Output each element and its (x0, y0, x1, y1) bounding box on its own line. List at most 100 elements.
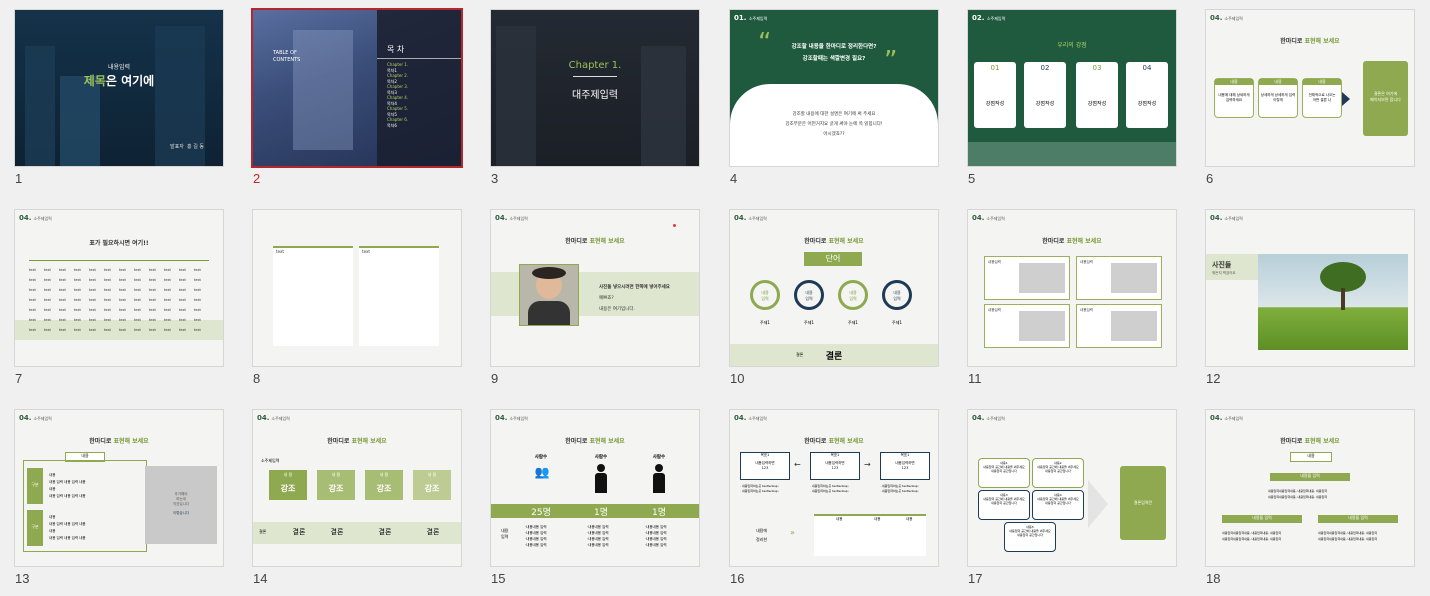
slide-thumbnail-3[interactable]: Chapter 1. 대주제입력 (491, 10, 699, 166)
camera-image (1019, 311, 1065, 341)
slide9-header: 04. 소주제입력 (495, 214, 528, 222)
slide3-chapter: Chapter 1. (568, 60, 622, 71)
table-cell: text (44, 308, 51, 312)
table-cell: text (149, 298, 156, 302)
slide-thumbnail-12[interactable]: 04. 소주제입력 사진들 뭐든지 찍었어요 (1206, 210, 1414, 366)
slide14-header: 04. 소주제입력 (257, 414, 290, 422)
slide-thumbnail-15[interactable]: 04. 소주제입력 한마디로 표현해 보세요 사람수 사람수 사람수 👥 25명 … (491, 410, 699, 566)
table-cell: text (59, 308, 66, 312)
slide-thumbnail-5[interactable]: 02. 소주제입력 우리의 강점 01 강점작성 02 강점작성 03 강점작성 04… (968, 10, 1176, 166)
slide8-table-right: text (359, 246, 439, 346)
slide-thumbnail-2[interactable]: TABLE OF CONTENTS 목 차 Chapter 1. 목차1 Chap… (253, 10, 461, 166)
table-cell: text (179, 328, 186, 332)
slide6-result: 결론은 여기에 페이지보면 합니다 (1363, 61, 1408, 136)
slide-number-16: 16 (730, 571, 745, 586)
slide-thumbnail-16[interactable]: 04. 소주제입력 한마디로 표현해 보세요 목표1 내용입력하면 123 목표1 내… (730, 410, 938, 566)
slide10-circle-2: 내용 입력 (794, 280, 824, 310)
slide10-cap-1: 주제1 (760, 320, 770, 325)
slide6-box-1: 내용 내용에 대해 상세하게 입력하세요 (1214, 78, 1254, 118)
table-cell: text (89, 298, 96, 302)
slide17-result: 결론입력란 (1120, 466, 1166, 540)
table-cell: text (74, 298, 81, 302)
strength-card-1: 01 강점작성 (974, 62, 1016, 128)
table-cell: text (149, 288, 156, 292)
slide-thumbnail-4[interactable]: 01. 소주제입력 “ ” 강조할 내용을 한마디로 정리한다면? 강조할때는 … (730, 10, 938, 166)
table-cell: text (164, 298, 171, 302)
slide4-q2: 강조할때는 색깔변경 필요? (802, 56, 866, 62)
table-cell: text (74, 278, 81, 282)
slide-thumbnail-18[interactable]: 04. 소주제입력 한마디로 표현해 보세요 내용 내용을 입력 내용입력내용입력… (1206, 410, 1414, 566)
table-cell: text (119, 288, 126, 292)
slide-number-8: 8 (253, 371, 261, 386)
slide-number-2: 2 (253, 171, 261, 186)
slide-number-4: 4 (730, 171, 738, 186)
slide10-header: 04. 소주제입력 (734, 214, 767, 222)
slide11-card-2: 내용입력 (1076, 256, 1162, 300)
slide10-circle-3: 내용 입력 (838, 280, 868, 310)
slide-number-6: 6 (1206, 171, 1214, 186)
slide-thumbnail-6[interactable]: 04. 소주제입력 한마디로 표현해 보세요 내용 내용에 대해 상세하게 입력하세… (1206, 10, 1414, 166)
slide-number-17: 17 (968, 571, 983, 586)
slide11-card-1: 내용입력 (984, 256, 1070, 300)
table-cell: text (194, 298, 201, 302)
slide7-header: 04. 소주제입력 (19, 214, 52, 222)
slide15-value-2: 1명 (593, 508, 608, 518)
table-cell: text (164, 278, 171, 282)
slide18-lines-1: 내용입력내용입력내용, 내용입력내용, 내용입력 내용입력내용입력내용, 내용입력… (1268, 489, 1328, 499)
slide17-box-4: 내용4 내용입력 공간에 내용을 써주세요 내용입력 공간입니다 (1032, 490, 1084, 520)
slide5-header: 02. 소주제입력 (972, 14, 1006, 22)
slide-number-18: 18 (1206, 571, 1221, 586)
slide-number-5: 5 (968, 171, 976, 186)
table-cell: text (119, 278, 126, 282)
slide-thumbnail-11[interactable]: 04. 소주제입력 한마디로 표현해 보세요 내용입력 내용입력 내용입력 내용입… (968, 210, 1176, 366)
table-cell: text (104, 308, 111, 312)
slide15-bullets-1: ·내용내용 입력 ·내용내용 입력 ·내용내용 입력 ·내용내용 입력 (525, 525, 547, 547)
table-cell: text (89, 268, 96, 272)
camera-image (1019, 263, 1065, 293)
table-cell: text (164, 328, 171, 332)
table-cell: text (29, 278, 36, 282)
table-cell: text (104, 318, 111, 322)
slide-thumbnail-9[interactable]: 04. 소주제입력 한마디로 표현해 보세요 사진들 넣으시려면 한쪽에 넣어주세… (491, 210, 699, 366)
table-cell: text (164, 308, 171, 312)
slide-thumbnail-8[interactable]: text text (253, 210, 461, 366)
table-cell: text (104, 288, 111, 292)
slide-thumbnail-10[interactable]: 04. 소주제입력 한마디로 표현해 보세요 단어 내용 입력 내용 입력 내용 … (730, 210, 938, 366)
table-cell: text (104, 328, 111, 332)
slide16-box-2: 목표1 내용입력하면 123 (810, 452, 860, 480)
slide-thumbnail-17[interactable]: 04. 소주제입력 내용1 내용입력 공간에 내용을 써주세요 내용입력 공간입니다… (968, 410, 1176, 566)
table-cell: text (74, 268, 81, 272)
slide-number-9: 9 (491, 371, 499, 386)
slide-number-15: 15 (491, 571, 506, 586)
arrow-left-icon: ← (794, 460, 801, 469)
slide15-header: 04. 소주제입력 (495, 414, 528, 422)
slide10-conclusion: 결론 (825, 352, 843, 362)
slide11-card-3: 내용입력 (984, 304, 1070, 348)
slide-thumbnail-1[interactable]: 내용입력 제목은 여기에 발표자 홍 길 동 (15, 10, 223, 166)
table-cell: text (29, 318, 36, 322)
table-cell: text (179, 268, 186, 272)
slide-number-1: 1 (15, 171, 23, 186)
slide10-cap-2: 주제1 (804, 320, 814, 325)
slide16-bullets-3: · 내용입력하는곳 text&nbsp; · 내용입력하는곳 text&nbsp; (880, 484, 919, 493)
table-cell: text (194, 278, 201, 282)
slide-thumbnail-7[interactable]: 04. 소주제입력 표가 필요하시면 여기!! text text text text t… (15, 210, 223, 366)
person-icon (591, 464, 611, 494)
slide10-circle-1: 내용 입력 (750, 280, 780, 310)
slide9-text: 사진들 넣으시려면 한쪽에 넣어주세요 예쁘죠? 내용은 여기입니다. (599, 285, 670, 312)
table-cell: text (149, 278, 156, 282)
slide14-arrow-2: 내 용 강조 (317, 470, 355, 500)
slide2-toc-list: Chapter 1. 목차1 Chapter 2. 목차2 Chapter 3. 목차… (387, 62, 409, 128)
slide18-header: 04. 소주제입력 (1210, 414, 1243, 422)
table-cell: text (74, 308, 81, 312)
slide-thumbnail-13[interactable]: 04. 소주제입력 한마디로 표현해 보세요 내용 구분 구분 내용 내용 입력 내… (15, 410, 223, 566)
slide14-row-label: 결론 (259, 529, 267, 534)
slide14-concl-2: 결론 (330, 528, 344, 536)
slide-thumbnail-14[interactable]: 04. 소주제입력 한마디로 표현해 보세요 소주제입력 내 용 강조 내 용 강조 … (253, 410, 461, 566)
slide6-title: 한마디로 표현해 보세요 (1280, 38, 1340, 45)
slide10-cap-4: 주제1 (892, 320, 902, 325)
table-cell: text (59, 268, 66, 272)
table-cell: text (179, 288, 186, 292)
slide16-bullets-1: · 내용입력하는곳 text&nbsp; · 내용입력하는곳 text&nbsp; (740, 484, 779, 493)
table-cell: text (89, 278, 96, 282)
